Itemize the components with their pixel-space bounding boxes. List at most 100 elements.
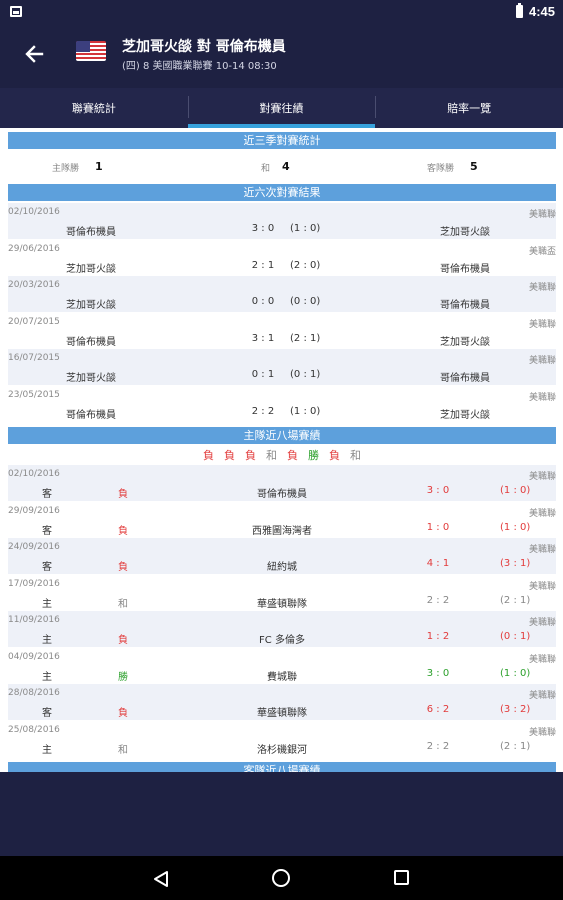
- venue: 客: [42, 562, 52, 573]
- venue: 主: [42, 598, 52, 610]
- h2h-row[interactable]: 16/07/2015 美職聯 芝加哥火燄 0 : 1 (0 : 1) 哥倫布機員: [8, 349, 556, 385]
- away-team: 芝加哥火燄: [440, 227, 490, 238]
- away-win-label: 客隊勝: [427, 164, 455, 174]
- away-win-value: 5: [470, 160, 478, 173]
- recent-match-row[interactable]: 29/09/2016 美職聯客 負 西雅圖海灣者 1 : 0 (1 : 0): [8, 502, 556, 538]
- h2h-row[interactable]: 02/10/2016 美職聯哥倫布機員 3 : 0 (1 : 0) 芝加哥火燄: [8, 203, 556, 239]
- nav-home-icon[interactable]: [272, 869, 290, 887]
- recent-match-row[interactable]: 11/09/2016 美職聯主 負 FC 多倫多 1 : 2 (0 : 1): [8, 611, 556, 647]
- content-scroll[interactable]: 近三季對賽統計 主隊勝 1 和 4 客隊勝 5 近六次對賽結果 02/10/20…: [0, 128, 563, 772]
- match-date: 25/08/2016: [8, 724, 60, 735]
- form-result: 勝: [308, 449, 319, 462]
- system-nav-bar: [0, 856, 563, 900]
- status-time: 4:45: [528, 4, 555, 19]
- home-team: 哥倫布機員: [66, 409, 116, 421]
- form-result: 負: [245, 449, 256, 462]
- h2h-row[interactable]: 29/06/2016 美職盃 芝加哥火燄 2 : 1 (2 : 0) 哥倫布機員: [8, 240, 556, 276]
- match-title: 芝加哥火燄 對 哥倫布機員: [122, 39, 286, 55]
- recent-match-row[interactable]: 25/08/2016 美職聯主 和 洛杉磯銀河 2 : 2 (2 : 1): [8, 721, 556, 757]
- league-name: 美職聯: [528, 654, 556, 665]
- us-flag-icon: [76, 41, 106, 61]
- match-result: 負: [118, 562, 128, 573]
- away-team: 芝加哥火燄: [440, 336, 490, 348]
- back-arrow-icon[interactable]: [22, 41, 48, 67]
- full-time-score: 2 : 1: [251, 259, 275, 271]
- tab-league-stats[interactable]: 聯賽統計: [0, 88, 188, 128]
- recent-match-row[interactable]: 02/10/2016 美職聯客 負 哥倫布機員 3 : 0 (1 : 0): [8, 465, 556, 501]
- home-team: 哥倫布機員: [66, 227, 116, 238]
- league-name: 美職聯: [528, 545, 556, 555]
- league-name: 美職聯: [528, 210, 556, 220]
- home-team: 哥倫布機員: [66, 336, 116, 348]
- half-time-score: (3 : 1): [500, 558, 531, 569]
- full-time-score: 1 : 2: [426, 631, 450, 642]
- full-time-score: 2 : 2: [426, 594, 450, 606]
- tab-head-to-head[interactable]: 對賽往績: [187, 88, 376, 128]
- league-name: 美職盃: [528, 246, 556, 257]
- half-time-score: (1 : 0): [500, 485, 531, 496]
- half-time-score: (2 : 1): [500, 740, 531, 752]
- tab-odds[interactable]: 賠率一覽: [375, 88, 563, 128]
- notification-icon: [10, 6, 22, 17]
- venue: 主: [42, 671, 52, 683]
- form-result: 負: [329, 449, 340, 462]
- opponent: 西雅圖海灣者: [252, 525, 312, 537]
- venue: 客: [42, 525, 52, 537]
- match-date: 16/07/2015: [8, 353, 60, 363]
- form-result: 負: [287, 449, 298, 462]
- status-bar: 4:45: [0, 0, 563, 24]
- recent-match-row[interactable]: 04/09/2016 美職聯主 勝 費城聯 3 : 0 (1 : 0): [8, 648, 556, 684]
- match-date: 24/09/2016: [8, 542, 60, 552]
- full-time-score: 2 : 2: [251, 405, 275, 417]
- league-name: 美職聯: [528, 618, 556, 628]
- opponent: 華盛頓聯隊: [257, 598, 307, 610]
- recent-match-row[interactable]: 24/09/2016 美職聯客 負 紐約城 4 : 1 (3 : 1): [8, 538, 556, 574]
- match-result: 負: [118, 635, 128, 646]
- match-date: 02/10/2016: [8, 207, 60, 217]
- home-win-value: 1: [95, 160, 103, 173]
- match-date: 17/09/2016: [8, 578, 60, 589]
- venue: 主: [42, 744, 52, 756]
- league-name: 美職聯: [528, 283, 556, 293]
- match-date: 28/08/2016: [8, 688, 60, 698]
- league-name: 美職聯: [528, 472, 556, 482]
- match-date: 23/05/2015: [8, 389, 60, 400]
- half-time-score: (1 : 0): [500, 667, 531, 679]
- league-name: 美職聯: [528, 691, 556, 701]
- league-name: 美職聯: [528, 508, 556, 519]
- venue: 主: [42, 635, 52, 646]
- home-team: 芝加哥火燄: [66, 373, 116, 384]
- half-time-score: (0 : 1): [500, 631, 531, 642]
- h2h-row[interactable]: 20/03/2016 美職聯 芝加哥火燄 0 : 0 (0 : 0) 哥倫布機員: [8, 276, 556, 312]
- opponent: 洛杉磯銀河: [257, 744, 307, 756]
- recent-match-row[interactable]: 28/08/2016 美職聯客 負 華盛頓聯隊 6 : 2 (3 : 2): [8, 684, 556, 720]
- match-result: 負: [118, 489, 128, 500]
- full-time-score: 4 : 1: [426, 558, 450, 569]
- nav-recents-icon[interactable]: [394, 870, 409, 885]
- home-team: 芝加哥火燄: [66, 300, 116, 311]
- match-date: 20/07/2015: [8, 316, 60, 327]
- battery-icon: [516, 3, 523, 18]
- form-result: 負: [224, 449, 235, 462]
- h2h-row[interactable]: 20/07/2015 美職聯 哥倫布機員 3 : 1 (2 : 1) 芝加哥火燄: [8, 313, 556, 349]
- match-result: 和: [118, 598, 128, 610]
- home-win-label: 主隊勝: [52, 164, 80, 174]
- half-time-score: (2 : 0): [290, 259, 321, 271]
- form-result: 負: [203, 449, 214, 462]
- away-team: 哥倫布機員: [440, 300, 490, 311]
- half-time-score: (1 : 0): [290, 223, 321, 234]
- away-team: 哥倫布機員: [440, 263, 490, 275]
- full-time-score: 1 : 0: [426, 521, 450, 533]
- section-header-h2h: 近六次對賽結果: [8, 184, 556, 201]
- h2h-row[interactable]: 23/05/2015 美職聯 哥倫布機員 2 : 2 (1 : 0) 芝加哥火燄: [8, 386, 556, 422]
- form-result: 和: [350, 449, 361, 462]
- full-time-score: 3 : 0: [251, 223, 275, 234]
- home-team: 芝加哥火燄: [66, 263, 116, 275]
- opponent: 紐約城: [267, 562, 297, 573]
- half-time-score: (2 : 1): [290, 332, 321, 344]
- nav-back-icon[interactable]: [153, 870, 169, 892]
- section-header-season-stats: 近三季對賽統計: [8, 132, 556, 149]
- match-result: 和: [118, 744, 128, 756]
- recent-match-row[interactable]: 17/09/2016 美職聯主 和 華盛頓聯隊 2 : 2 (2 : 1): [8, 575, 556, 611]
- league-name: 美職聯: [528, 581, 556, 592]
